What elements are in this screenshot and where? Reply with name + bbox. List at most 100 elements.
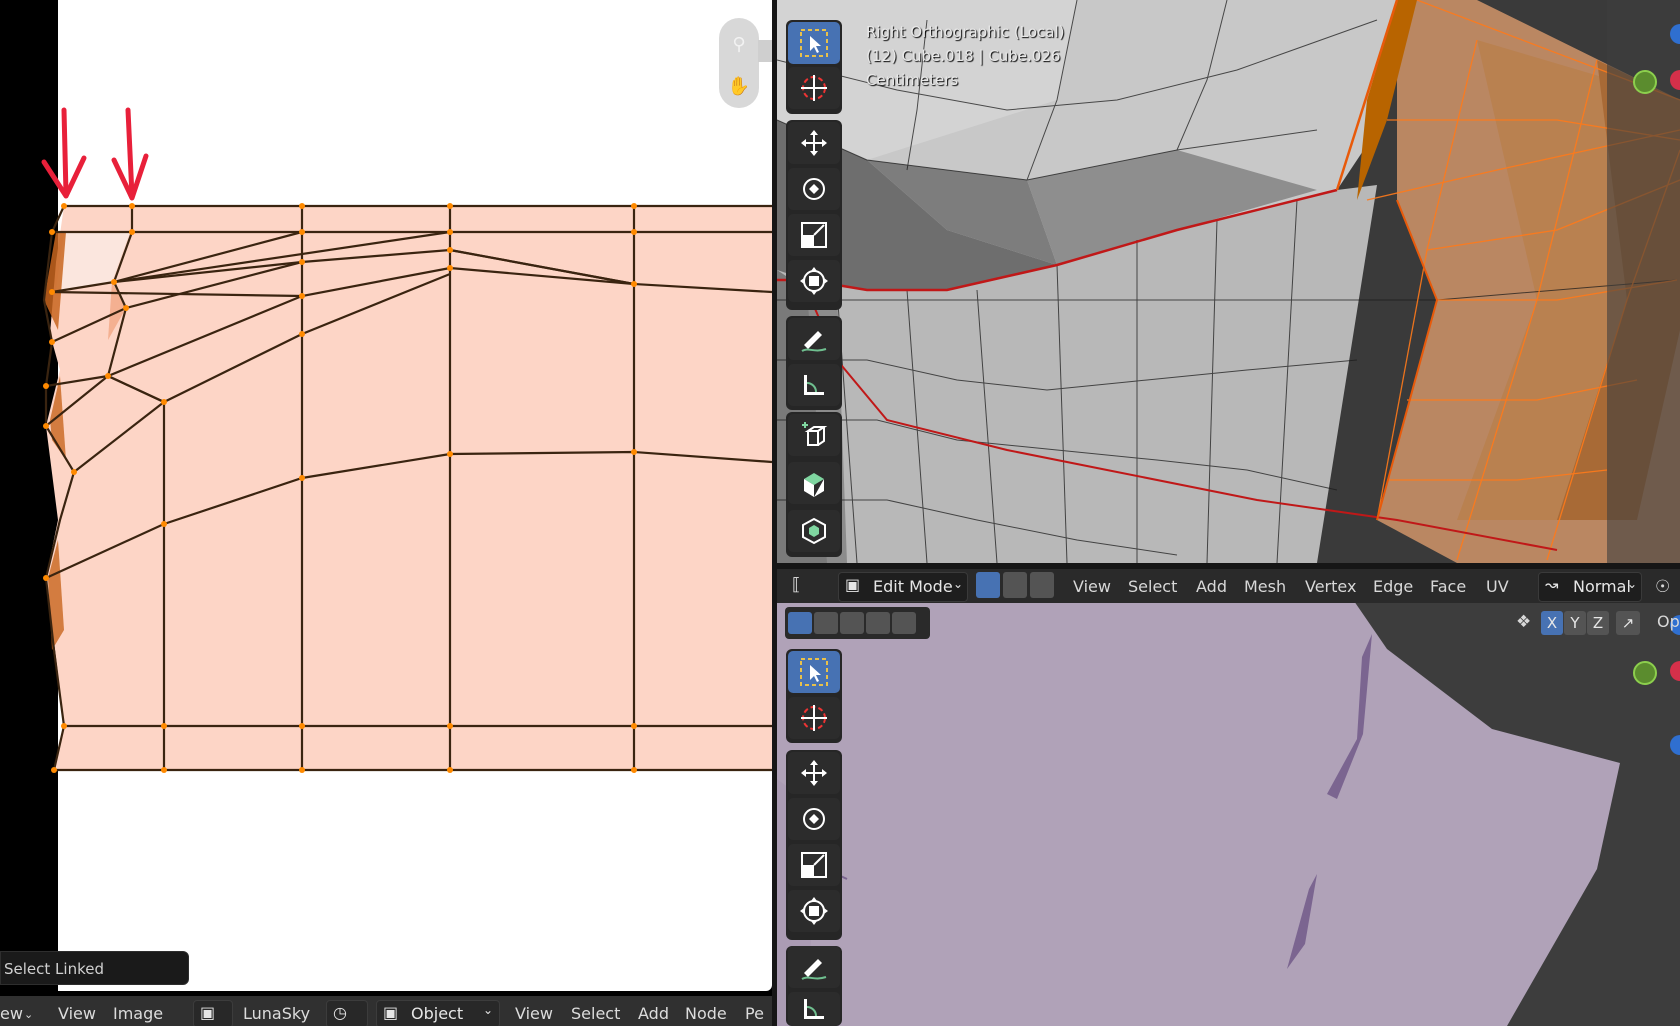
select-box-tool-bottom[interactable]	[788, 651, 840, 693]
scale-icon	[801, 852, 827, 878]
pencil-icon	[801, 959, 827, 980]
cursor-tool-bottom[interactable]	[788, 697, 840, 739]
chevron-down-icon[interactable]: ⌄	[24, 1008, 33, 1021]
menu-vertex[interactable]: Vertex	[1305, 577, 1356, 596]
transform-tool-bottom[interactable]	[788, 890, 840, 932]
object-square-icon: ▣	[383, 1003, 399, 1022]
menu-select-3d[interactable]: Select	[1128, 577, 1177, 596]
sidebar-tab[interactable]	[758, 40, 772, 62]
annotation-arrows	[41, 107, 149, 201]
shader-icon: ◷	[333, 1003, 347, 1022]
operator-panel-label: Select Linked	[4, 960, 104, 978]
ruler-icon	[804, 999, 824, 1019]
view-menu-partial[interactable]: ew	[0, 1004, 23, 1023]
vertex-select-button[interactable]	[976, 572, 1000, 598]
menu-view-3d[interactable]: View	[1073, 577, 1111, 596]
cursor-icon	[801, 705, 827, 731]
menu-add-3d[interactable]: Add	[1196, 577, 1227, 596]
select-intersect-icon[interactable]	[892, 612, 916, 634]
node-menu-add[interactable]: Add	[638, 1004, 669, 1023]
mirror-butterfly-icon[interactable]: ❖	[1516, 612, 1531, 632]
mirror-y-button[interactable]: Y	[1564, 611, 1586, 635]
mirror-x-button[interactable]: X	[1541, 611, 1563, 635]
rotate-tool[interactable]	[788, 168, 840, 210]
face-select-button[interactable]	[1030, 572, 1054, 598]
chevron-down-icon: ⌄	[953, 577, 964, 591]
shader-type-button[interactable]: ◷	[326, 1000, 368, 1026]
viewport-info: Right Orthographic (Local) (12) Cube.018…	[866, 20, 1064, 92]
menu-image[interactable]: Image	[113, 1004, 163, 1023]
image-name[interactable]: LunaSky	[243, 1004, 310, 1023]
move-tool[interactable]	[788, 122, 840, 164]
pan-hand-icon[interactable]: ✋	[726, 74, 752, 100]
object-mode-label: Object	[411, 1004, 464, 1023]
scale-tool-bottom[interactable]	[788, 844, 840, 886]
cursor-tool[interactable]	[788, 67, 840, 109]
pivot-icon[interactable]: ☉	[1655, 577, 1670, 597]
orientation-icon: ↝	[1545, 575, 1559, 594]
transform-orientation-dropdown[interactable]: ↝ Normal ⌄	[1538, 572, 1642, 602]
operator-panel-select-linked[interactable]: Select Linked	[0, 951, 189, 985]
select-invert-icon[interactable]	[866, 612, 890, 634]
menu-mesh[interactable]: Mesh	[1244, 577, 1286, 596]
select-extend-icon[interactable]	[814, 612, 838, 634]
menu-uv[interactable]: UV	[1486, 577, 1509, 596]
cursor-icon	[801, 75, 827, 101]
inset-tool[interactable]	[788, 510, 840, 552]
add-cube-tool[interactable]	[788, 414, 840, 456]
transform-icon	[800, 267, 828, 295]
select-box-icon	[800, 658, 828, 686]
zoom-icon[interactable]: ⚲	[726, 32, 752, 58]
editor-type-button[interactable]: ⟦	[787, 572, 831, 602]
object-name: (12) Cube.018 | Cube.026	[866, 47, 1061, 65]
node-menu-node[interactable]: Node	[685, 1004, 727, 1023]
node-menu-view[interactable]: View	[515, 1004, 553, 1023]
move-tool-bottom[interactable]	[788, 752, 840, 794]
axes-icon: ⟦	[792, 575, 801, 595]
measure-tool[interactable]	[788, 364, 840, 406]
measure-tool-bottom[interactable]	[788, 992, 840, 1026]
uv-editor[interactable]: ⚲ ✋	[0, 0, 773, 996]
image-icon: ▣	[200, 1003, 216, 1022]
orientation-label: Normal	[1573, 577, 1631, 596]
units-label: Centimeters	[866, 71, 959, 89]
node-menu-select[interactable]: Select	[571, 1004, 620, 1023]
annotate-tool[interactable]	[788, 318, 840, 360]
move-icon	[801, 760, 827, 786]
image-browse-button[interactable]: ▣	[193, 1000, 233, 1026]
uv-mesh[interactable]	[0, 0, 773, 996]
move-icon	[801, 130, 827, 156]
view-name: Right Orthographic (Local)	[866, 23, 1065, 41]
transform-tool[interactable]	[788, 260, 840, 302]
menu-face[interactable]: Face	[1430, 577, 1466, 596]
options-partial[interactable]: Op	[1657, 612, 1680, 631]
mirror-z-button[interactable]: Z	[1587, 611, 1609, 635]
menu-view[interactable]: View	[58, 1004, 96, 1023]
object-mode-dropdown[interactable]: ▣ Object ⌄	[376, 1000, 500, 1026]
add-cube-icon	[802, 422, 828, 446]
edge-select-button[interactable]	[1003, 572, 1027, 598]
annotate-tool-bottom[interactable]	[788, 946, 840, 988]
select-subtract-icon[interactable]	[840, 612, 864, 634]
edit-mode-icon: ▣	[845, 575, 861, 594]
rotate-icon	[803, 808, 825, 830]
gizmo-y-axis[interactable]	[1633, 70, 1657, 94]
pencil-icon	[801, 331, 827, 352]
menu-edge[interactable]: Edge	[1373, 577, 1413, 596]
select-box-tool[interactable]	[788, 22, 840, 64]
node-menu-partial[interactable]: Pe	[745, 1004, 764, 1023]
ruler-icon	[804, 375, 824, 395]
extrude-tool[interactable]	[788, 462, 840, 504]
edit-mode-dropdown[interactable]: ▣ Edit Mode ⌄	[838, 572, 968, 602]
rotate-icon	[803, 178, 825, 200]
scale-tool[interactable]	[788, 214, 840, 256]
inset-icon	[802, 517, 826, 545]
chevron-down-icon: ⌄	[1627, 577, 1638, 591]
edit-mode-label: Edit Mode	[873, 577, 953, 596]
navigation-gizmo[interactable]: ⚲ ✋	[719, 18, 759, 108]
rotate-tool-bottom[interactable]	[788, 798, 840, 840]
select-new-icon[interactable]	[788, 612, 812, 634]
auto-merge-icon[interactable]: ↗	[1616, 611, 1640, 635]
extrude-icon	[804, 473, 824, 497]
gizmo-y-axis-bottom[interactable]	[1633, 661, 1657, 685]
